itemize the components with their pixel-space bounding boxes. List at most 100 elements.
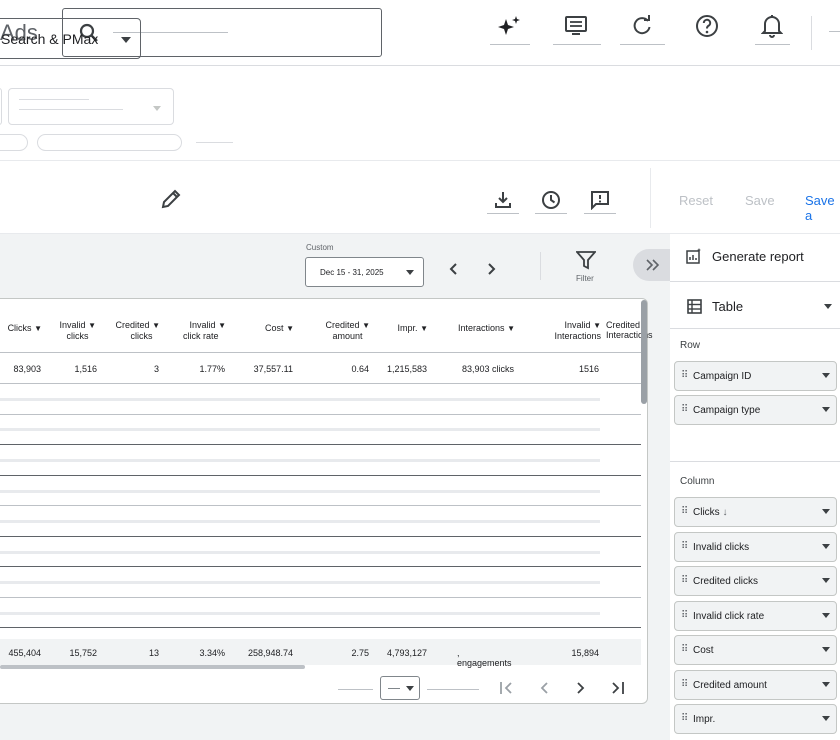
pagination-line xyxy=(427,689,479,690)
account-select-placeholder[interactable] xyxy=(8,88,174,125)
next-page-icon[interactable] xyxy=(574,681,586,695)
vertical-scrollbar[interactable] xyxy=(641,300,647,404)
refresh-icon[interactable] xyxy=(622,8,662,44)
horizontal-scrollbar[interactable] xyxy=(0,665,305,669)
next-period-icon[interactable] xyxy=(484,262,498,276)
topbar-trailing-line xyxy=(829,31,840,32)
chevron-down-icon xyxy=(822,613,830,618)
column-chip-impr[interactable]: ⠿ Impr. xyxy=(674,704,837,734)
drag-handle-icon: ⠿ xyxy=(681,713,688,724)
column-chip-credited-amount[interactable]: ⠿ Credited amount xyxy=(674,670,837,700)
panel-divider xyxy=(670,328,840,329)
chevron-down-icon[interactable] xyxy=(824,304,832,309)
row-divider xyxy=(0,505,641,506)
message-underline xyxy=(553,44,601,45)
column-chip-credited-clicks[interactable]: ⠿ Credited clicks xyxy=(674,566,837,596)
row-divider xyxy=(0,627,641,628)
row-divider xyxy=(0,383,641,384)
column-section-label: Column xyxy=(680,476,715,487)
bell-underline xyxy=(755,44,790,45)
refresh-underline xyxy=(620,44,665,45)
sparkle-icon[interactable] xyxy=(490,8,530,44)
feedback-icon[interactable] xyxy=(584,186,616,214)
header-clicks[interactable]: Clicks ▼ xyxy=(2,323,42,334)
cell-invalid-clicks: 1,516 xyxy=(74,364,97,374)
filter-chip-placeholder[interactable] xyxy=(0,134,28,151)
loading-row xyxy=(0,551,600,554)
loading-row xyxy=(0,428,600,431)
panel-divider xyxy=(670,461,840,462)
drag-handle-icon: ⠿ xyxy=(681,506,688,517)
previous-page-icon[interactable] xyxy=(539,681,551,695)
header-invalid-click-rate[interactable]: Invalid ▼ click rate xyxy=(170,320,226,341)
chevron-down-icon xyxy=(121,37,131,43)
bell-icon[interactable] xyxy=(752,8,792,44)
column-chip-clicks[interactable]: ⠿ Clicks ↓ xyxy=(674,497,837,527)
chevron-down-icon xyxy=(822,682,830,687)
drag-handle-icon: ⠿ xyxy=(681,644,688,655)
filter-placeholder-line xyxy=(196,142,233,143)
panel-divider xyxy=(670,281,840,282)
chevron-down-icon xyxy=(822,373,830,378)
loading-row xyxy=(0,581,600,584)
row-chip-campaign-id[interactable]: ⠿ Campaign ID xyxy=(674,361,837,391)
cell-invalid-interactions: 1516 xyxy=(578,364,599,374)
drag-handle-icon: ⠿ xyxy=(681,404,688,415)
total-interactions: , engagements xyxy=(457,648,512,668)
header-credited-amount[interactable]: Credited ▼ amount xyxy=(310,320,370,341)
header-invalid-interactions[interactable]: Invalid ▼ Interactions xyxy=(536,320,601,341)
header-credited-interactions[interactable]: Credited Interactions xyxy=(606,320,662,340)
chevron-down-icon xyxy=(822,716,830,721)
column-chip-cost[interactable]: ⠿ Cost xyxy=(674,635,837,665)
row-chip-campaign-type[interactable]: ⠿ Campaign type xyxy=(674,395,837,425)
total-impr: 4,793,127 xyxy=(386,648,427,658)
chevron-down-icon xyxy=(822,647,830,652)
drag-handle-icon: ⠿ xyxy=(681,541,688,552)
header-invalid-clicks[interactable]: Invalid ▼ clicks xyxy=(46,320,96,341)
header-interactions[interactable]: Interactions ▼ xyxy=(440,323,515,334)
column-chip-invalid-click-rate[interactable]: ⠿ Invalid click rate xyxy=(674,601,837,631)
reset-button[interactable]: Reset xyxy=(679,193,713,208)
rows-per-page-select[interactable] xyxy=(380,676,420,700)
save-button[interactable]: Save xyxy=(745,193,775,208)
total-invalid-clicks: 15,752 xyxy=(69,648,97,658)
feedback-underline xyxy=(584,213,616,214)
total-invalid-click-rate: 3.34% xyxy=(199,648,225,658)
last-page-icon[interactable] xyxy=(610,681,626,695)
filter-chip-placeholder[interactable] xyxy=(37,134,182,151)
previous-period-icon[interactable] xyxy=(447,262,461,276)
chevron-down-icon xyxy=(406,270,414,275)
filter-icon[interactable] xyxy=(576,250,596,270)
schedule-icon[interactable] xyxy=(535,186,567,214)
message-icon[interactable] xyxy=(556,8,596,44)
loading-row xyxy=(0,520,600,523)
download-icon[interactable] xyxy=(487,186,519,214)
save-as-button[interactable]: Save a xyxy=(805,193,840,223)
topbar-divider xyxy=(811,16,812,50)
sort-down-icon: ▼ xyxy=(34,324,42,333)
header-impr[interactable]: Impr. ▼ xyxy=(378,323,428,334)
first-page-icon[interactable] xyxy=(499,681,515,695)
loading-row xyxy=(0,459,600,462)
row-divider xyxy=(0,566,641,567)
cell-credited-clicks: 3 xyxy=(153,364,159,374)
filter-left-edge xyxy=(0,88,2,125)
row-divider xyxy=(0,414,641,415)
cell-invalid-click-rate: 1.77% xyxy=(199,364,225,374)
edit-icon[interactable] xyxy=(160,188,182,210)
total-invalid-interactions: 15,894 xyxy=(571,648,599,658)
campaign-select[interactable]: Search & PMax xyxy=(0,18,141,59)
chevron-down-icon xyxy=(153,106,161,111)
generate-report-button[interactable]: Generate report xyxy=(712,249,804,264)
date-range-select[interactable]: Dec 15 - 31, 2025 xyxy=(305,257,424,287)
header-cost[interactable]: Cost ▼ xyxy=(240,323,294,334)
header-credited-clicks[interactable]: Credited ▼ clicks xyxy=(104,320,160,341)
collapse-panel-button[interactable] xyxy=(633,249,673,281)
visualization-type[interactable]: Table xyxy=(712,299,743,314)
schedule-underline xyxy=(535,213,567,214)
filter-label[interactable]: Filter xyxy=(576,274,594,283)
column-chip-invalid-clicks[interactable]: ⠿ Invalid clicks xyxy=(674,532,837,562)
help-icon[interactable] xyxy=(687,8,727,44)
placeholder-line xyxy=(19,109,123,110)
header-divider xyxy=(0,352,641,353)
